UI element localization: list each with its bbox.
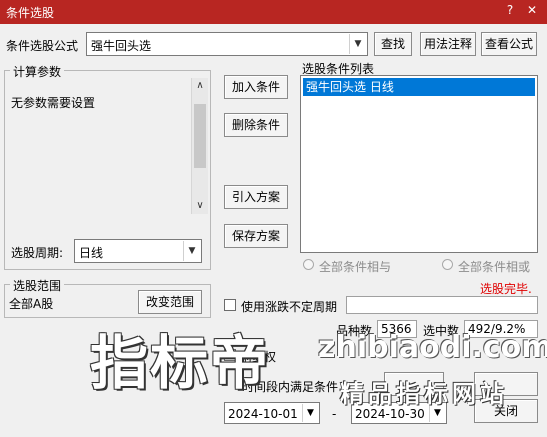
view-formula-button[interactable]: 查看公式: [481, 32, 537, 56]
usage-button[interactable]: 用法注释: [420, 32, 476, 56]
params-legend: 计算参数: [10, 63, 65, 80]
range-legend: 选股范围: [10, 277, 65, 294]
period-value: 日线: [79, 246, 104, 260]
formula-value: 强牛回头选: [91, 39, 152, 53]
save-scheme-button[interactable]: 保存方案: [224, 224, 288, 248]
and-label: 全部条件相与: [319, 260, 392, 274]
watermark-slogan: 精品指标网站: [340, 380, 508, 408]
chevron-down-icon[interactable]: ▼: [349, 34, 366, 54]
chevron-down-icon[interactable]: ▼: [183, 241, 200, 261]
and-radio[interactable]: [303, 259, 314, 270]
add-condition-button[interactable]: 加入条件: [224, 75, 288, 99]
watermark-logo: 指标帝: [90, 329, 271, 397]
help-icon[interactable]: ?: [503, 3, 517, 17]
volatile-checkbox[interactable]: [224, 299, 236, 311]
formula-select[interactable]: 强牛回头选 ▼: [86, 32, 368, 56]
change-range-button[interactable]: 改变范围: [138, 290, 202, 314]
chevron-down-icon[interactable]: ▼: [302, 404, 318, 422]
import-scheme-button[interactable]: 引入方案: [224, 185, 288, 209]
condition-list[interactable]: 强牛回头选 日线: [300, 75, 538, 253]
or-radio[interactable]: [442, 259, 453, 270]
window-title: 条件选股: [6, 6, 55, 20]
list-item[interactable]: 强牛回头选 日线: [303, 78, 535, 96]
find-button[interactable]: 查找: [374, 32, 412, 56]
end-date-value: 2024-10-30: [355, 407, 425, 421]
start-date-value: 2024-10-01: [228, 407, 298, 421]
watermark-site: zhibiaodi.com: [318, 330, 547, 365]
params-scrollbar[interactable]: ∧ ∨: [191, 78, 208, 214]
scroll-up-icon[interactable]: ∧: [192, 78, 208, 94]
title-bar: 条件选股 ? ✕: [0, 0, 547, 24]
range-value: 全部A股: [9, 297, 54, 311]
delete-condition-button[interactable]: 删除条件: [224, 113, 288, 137]
params-text: 无参数需要设置: [11, 96, 96, 110]
period-select[interactable]: 日线 ▼: [74, 239, 202, 263]
volatile-field[interactable]: [346, 296, 538, 314]
date-separator: -: [332, 407, 337, 421]
period-label: 选股周期:: [11, 246, 64, 260]
scroll-down-icon[interactable]: ∨: [192, 198, 208, 214]
scroll-thumb[interactable]: [194, 104, 206, 168]
formula-label: 条件选股公式: [6, 39, 79, 53]
volatile-label: 使用涨跌不定周期: [241, 300, 338, 314]
or-label: 全部条件相或: [458, 260, 531, 274]
status-text: 选股完毕.: [480, 282, 532, 296]
close-icon[interactable]: ✕: [525, 3, 539, 17]
start-date[interactable]: 2024-10-01 ▼: [224, 402, 320, 424]
